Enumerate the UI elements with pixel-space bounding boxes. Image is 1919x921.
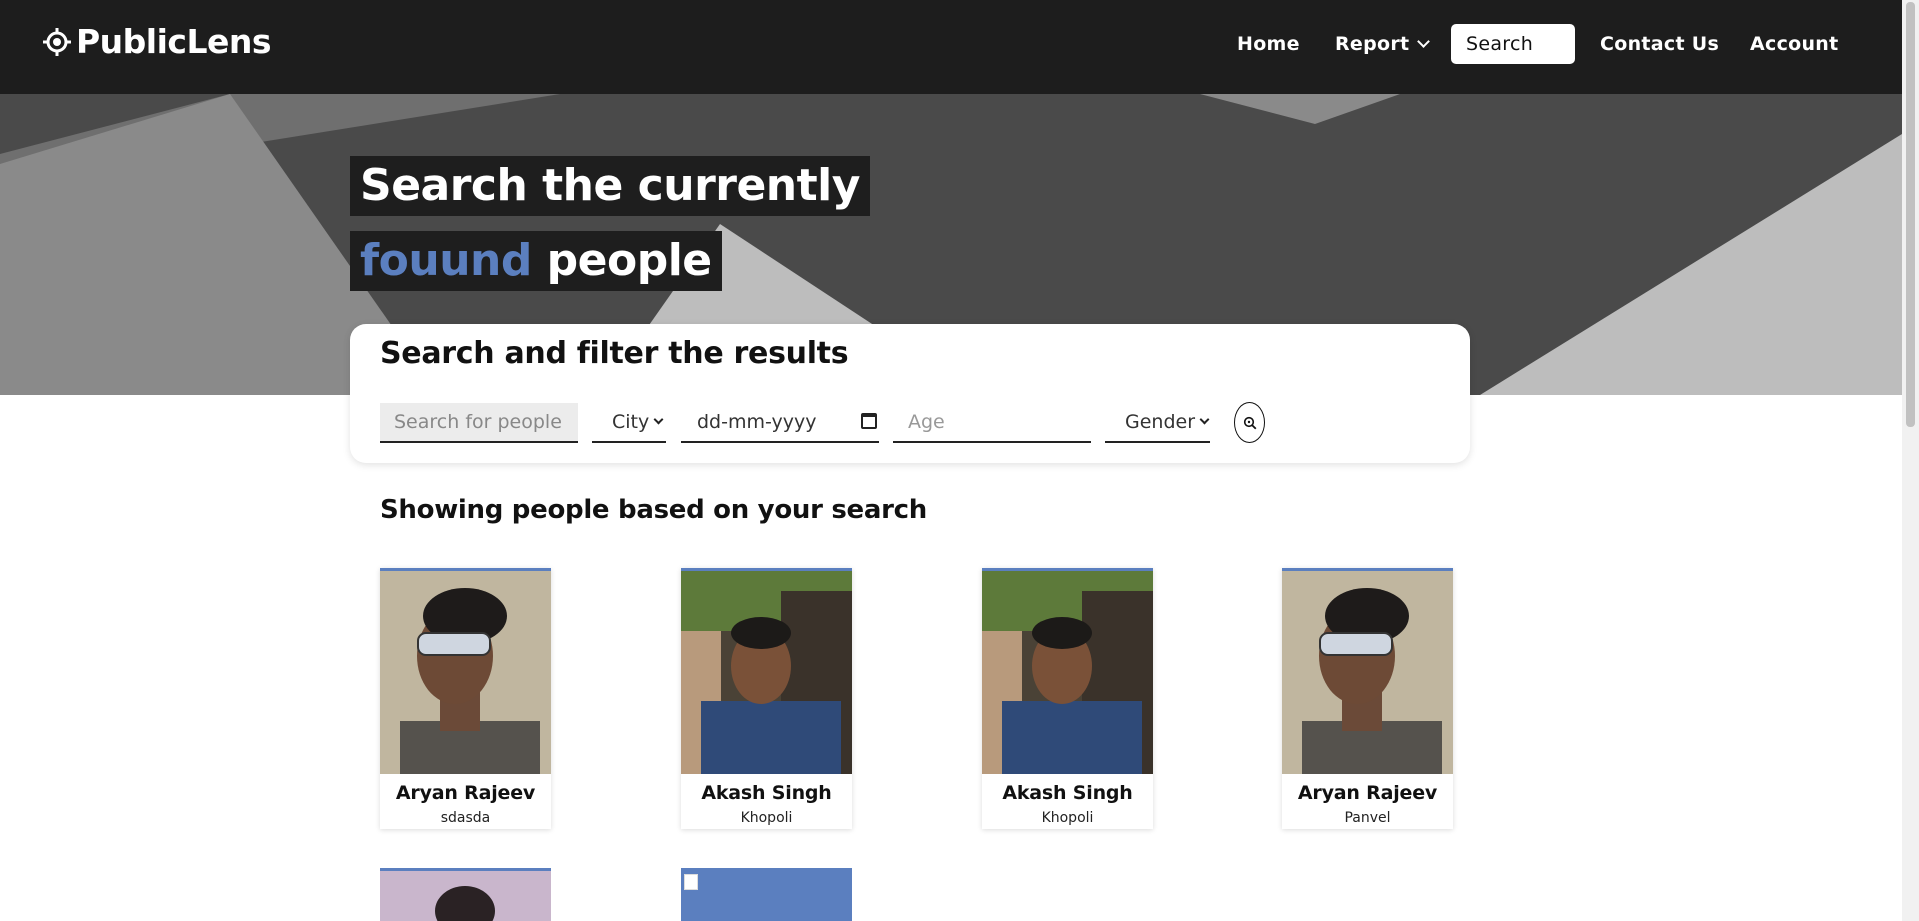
nav-report-label: Report (1335, 33, 1410, 55)
hero-headline-line2: fouund people (350, 231, 722, 291)
top-navbar: PublicLens Home Report Search Contact Us… (0, 0, 1902, 94)
crosshair-icon (43, 27, 71, 56)
person-card[interactable] (681, 868, 852, 921)
person-card[interactable] (380, 868, 551, 921)
person-city: Panvel (1344, 810, 1391, 826)
chevron-down-icon (1199, 414, 1210, 425)
scrollbar-thumb[interactable] (1906, 2, 1915, 427)
person-city: sdasda (440, 810, 491, 826)
person-city: Khopoli (1041, 810, 1094, 826)
person-card[interactable]: Aryan Rajeev Panvel (1282, 568, 1453, 829)
person-photo (380, 571, 551, 781)
chevron-down-icon (1417, 34, 1431, 48)
nav-home-link[interactable]: Home (1237, 24, 1300, 64)
city-select[interactable]: City (592, 403, 666, 443)
gender-select[interactable]: Gender (1105, 403, 1210, 443)
person-name: Akash Singh (1002, 782, 1133, 804)
filter-card: Search and filter the results Search for… (350, 324, 1470, 463)
nav-account-link[interactable]: Account (1750, 24, 1839, 64)
person-photo (681, 571, 852, 781)
date-placeholder: dd-mm-yyyy (697, 411, 817, 433)
person-city: Khopoli (740, 810, 793, 826)
date-input[interactable]: dd-mm-yyyy (681, 403, 879, 443)
person-photo (982, 571, 1153, 781)
filter-title: Search and filter the results (380, 336, 849, 371)
nav-report-dropdown[interactable]: Report (1335, 24, 1431, 64)
person-name: Aryan Rajeev (395, 782, 536, 804)
broken-image-icon (684, 874, 698, 890)
app-logo[interactable]: PublicLens (42, 22, 272, 61)
person-photo (1282, 571, 1453, 781)
age-input[interactable]: Age (893, 403, 1091, 443)
person-card[interactable]: Akash Singh Khopoli (681, 568, 852, 829)
hero-headline-rest: people (531, 235, 712, 286)
person-name: Akash Singh (701, 782, 832, 804)
page-scrollbar[interactable] (1902, 0, 1919, 921)
hero-accent-word: fouund (360, 235, 532, 286)
person-photo (380, 871, 551, 921)
hero-headline-line1: Search the currently (350, 156, 870, 216)
city-select-label: City (612, 411, 650, 433)
person-name: Aryan Rajeev (1297, 782, 1438, 804)
app-name: PublicLens (76, 22, 272, 61)
search-button[interactable] (1234, 402, 1265, 443)
nav-contact-link[interactable]: Contact Us (1600, 24, 1719, 64)
calendar-icon[interactable] (861, 413, 877, 429)
person-card[interactable]: Aryan Rajeev sdasda (380, 568, 551, 829)
chevron-down-icon (653, 414, 664, 425)
results-heading: Showing people based on your search (380, 495, 927, 525)
gender-select-label: Gender (1125, 411, 1196, 433)
search-input[interactable]: Search for people (380, 403, 578, 443)
search-icon (1243, 416, 1256, 429)
person-card[interactable]: Akash Singh Khopoli (982, 568, 1153, 829)
nav-search-link[interactable]: Search (1451, 24, 1575, 64)
